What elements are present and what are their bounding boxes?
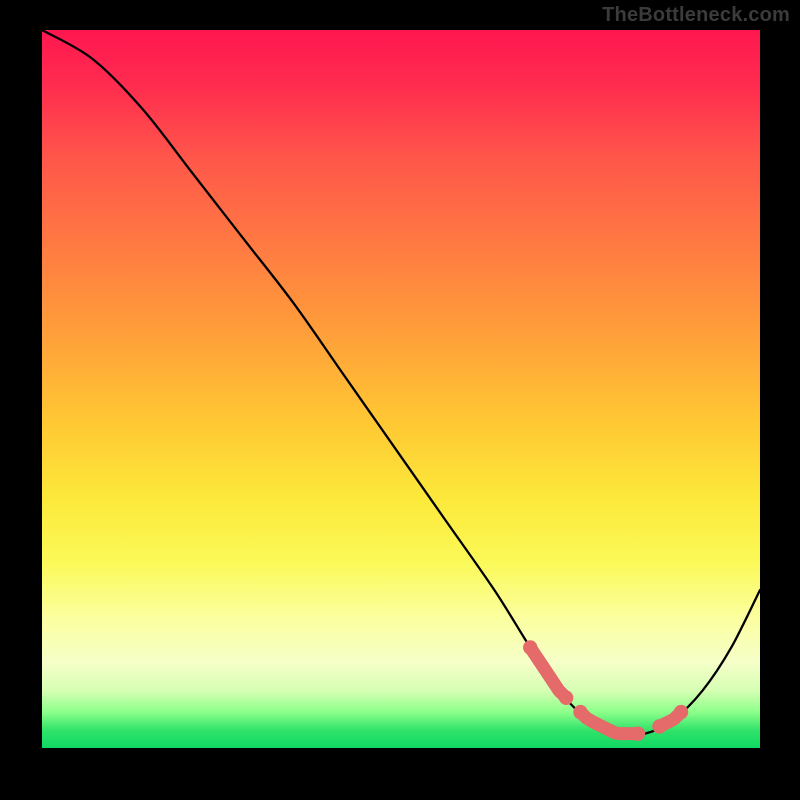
bottleneck-curve-line xyxy=(42,30,760,735)
chart-frame: TheBottleneck.com xyxy=(0,0,800,800)
highlight-dot xyxy=(559,691,573,705)
highlight-dot xyxy=(674,705,688,719)
highlight-segment xyxy=(530,647,566,697)
highlight-markers xyxy=(523,640,688,741)
highlight-segment xyxy=(581,712,638,734)
watermark-text: TheBottleneck.com xyxy=(602,4,790,27)
highlight-dot xyxy=(631,726,645,740)
curve-svg xyxy=(42,30,760,748)
highlight-dot xyxy=(573,705,587,719)
plot-area xyxy=(42,30,760,748)
highlight-dot xyxy=(652,719,666,733)
highlight-dot xyxy=(523,640,537,654)
